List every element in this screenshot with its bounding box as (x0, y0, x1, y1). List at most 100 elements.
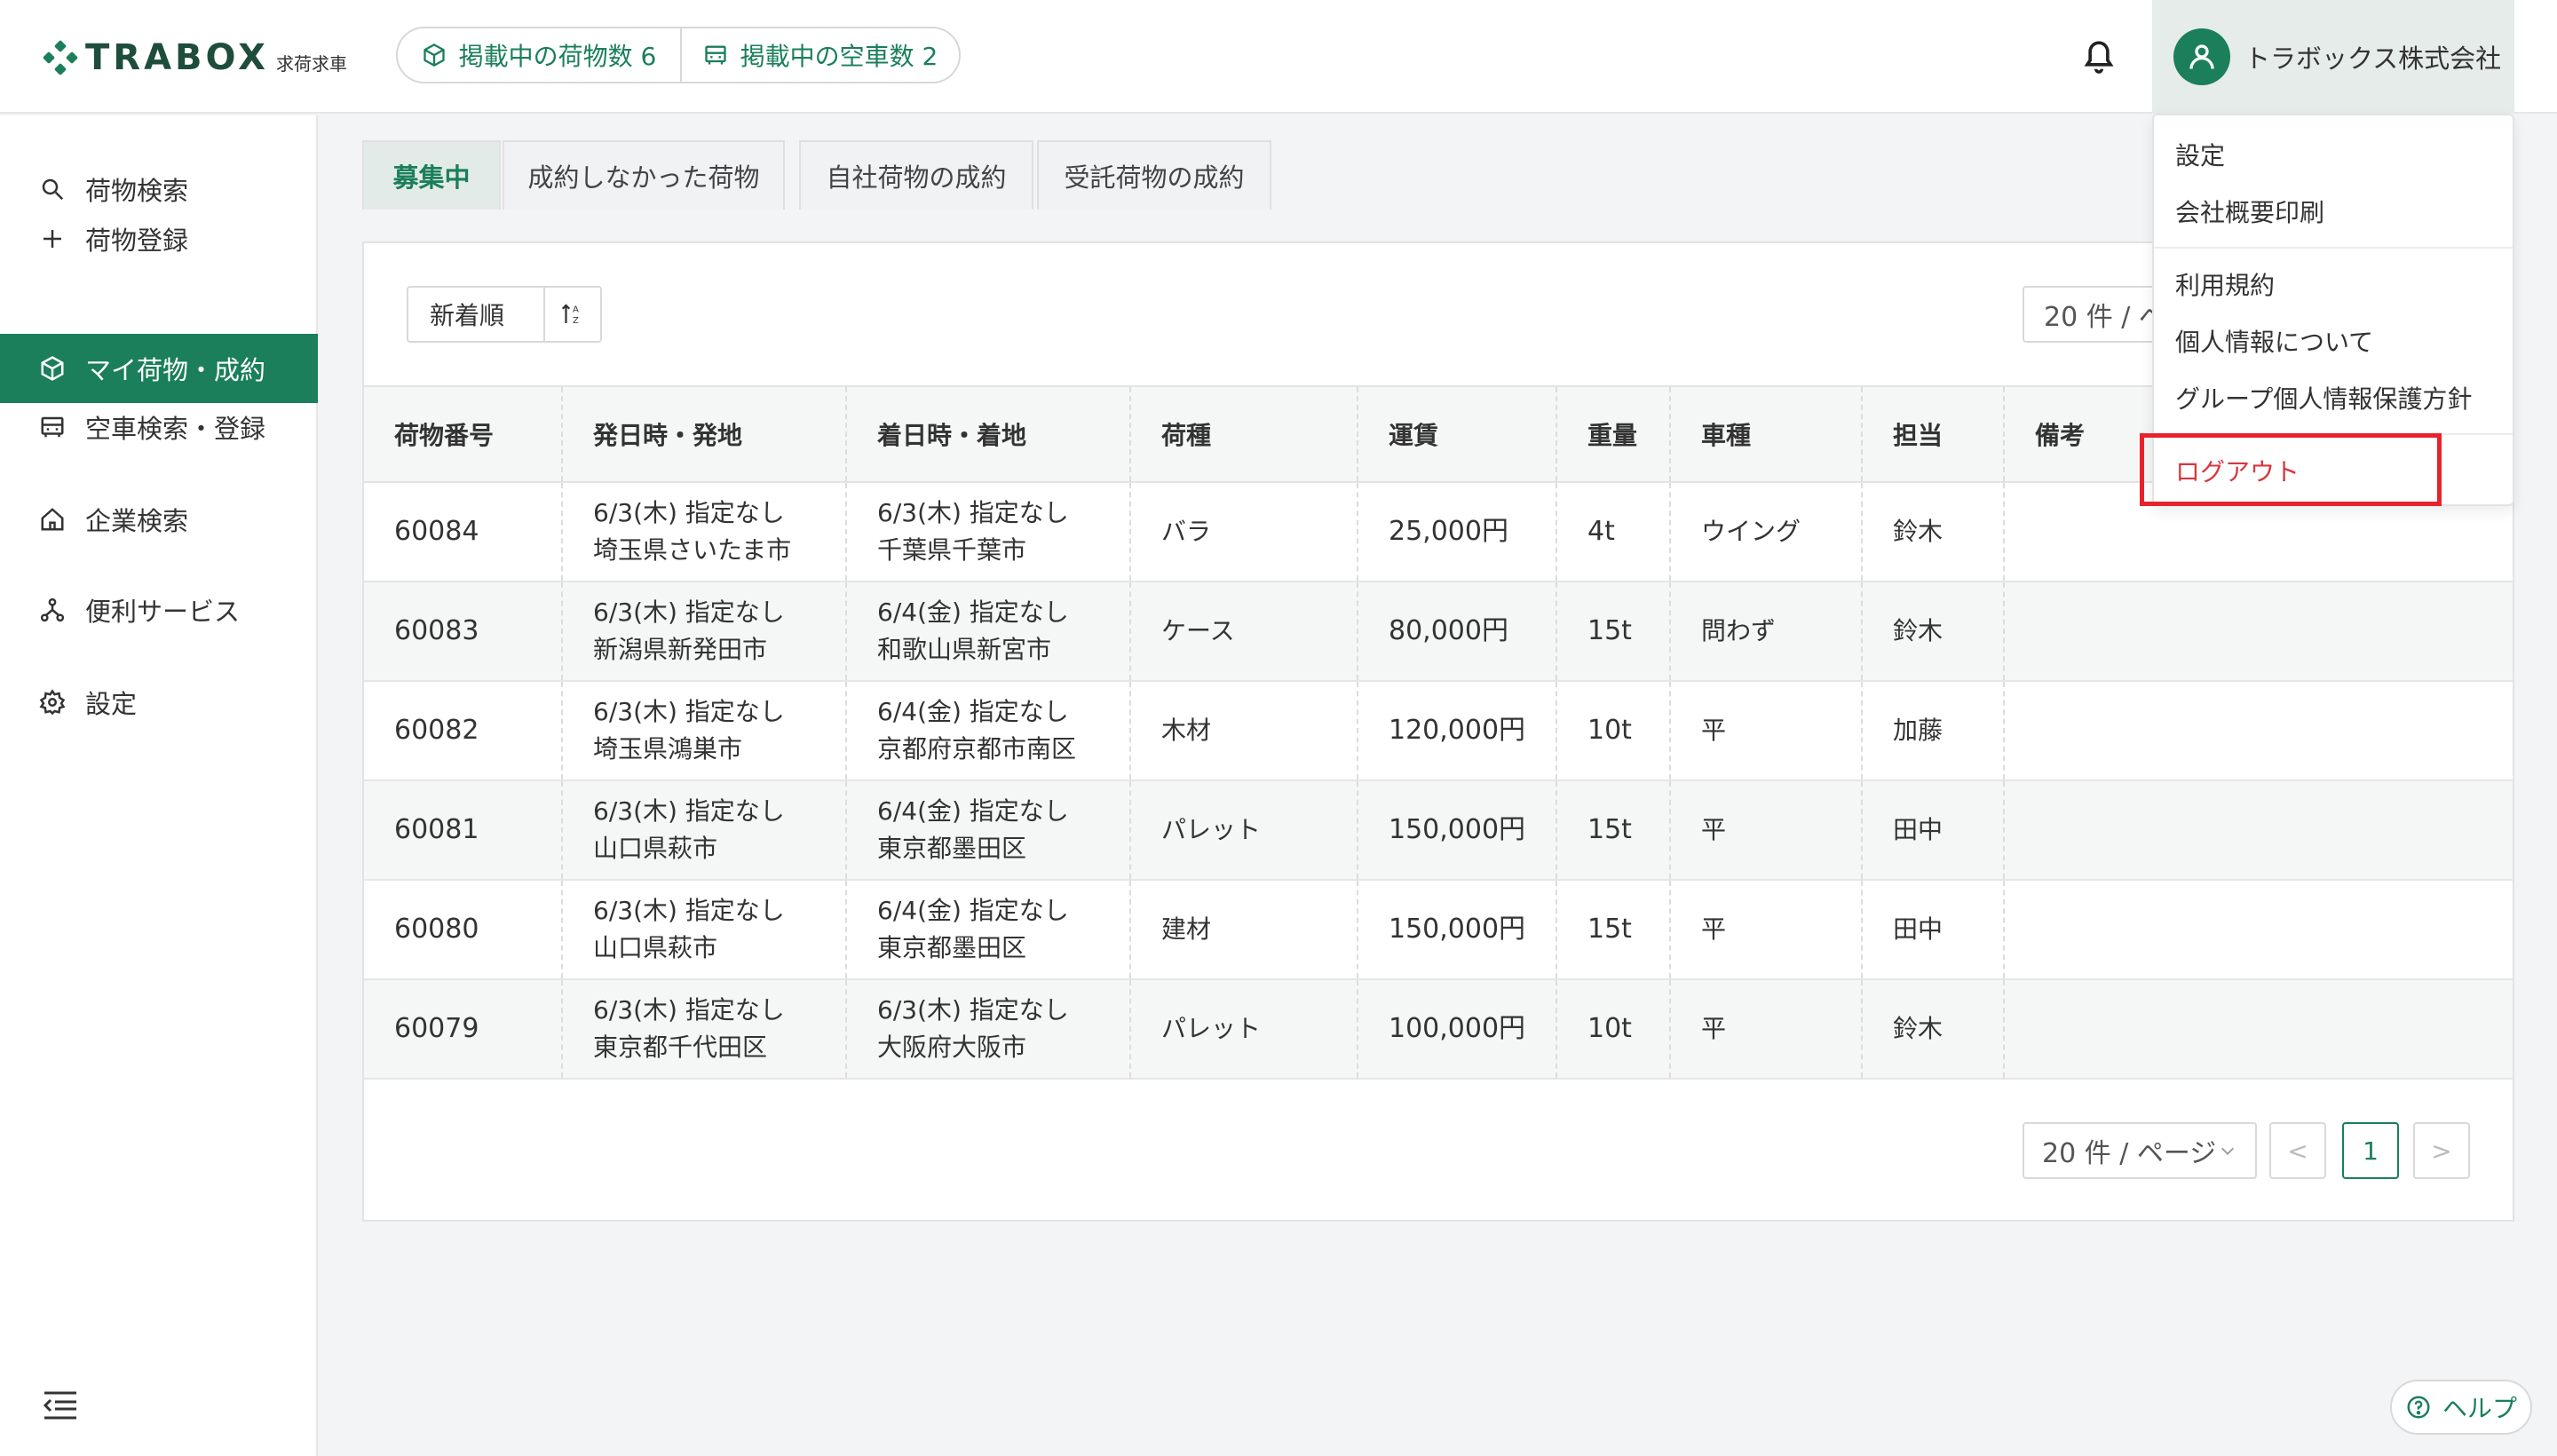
departure-place: 東京都千代田区 (593, 1033, 768, 1062)
arrival-place: 東京都墨田区 (877, 834, 1027, 863)
sort-order-button[interactable]: A Z (545, 288, 600, 341)
tab-own-contracted[interactable]: 自社荷物の成約 (799, 140, 1033, 210)
sidebar-item-label: 荷物登録 (85, 226, 189, 256)
collapse-sidebar-icon[interactable] (43, 1390, 78, 1420)
fare: 150,000円 (1358, 881, 1557, 978)
arrival-cell: 6/4(金) 指定なし 東京都墨田区 (847, 781, 1131, 879)
departure-cell: 6/3(木) 指定なし 埼玉県鴻巣市 (563, 682, 847, 779)
help-button[interactable]: ヘルプ (2390, 1380, 2532, 1435)
table-row[interactable]: 60081 6/3(木) 指定なし 山口県萩市 6/4(金) 指定なし 東京都墨田区… (364, 781, 2513, 881)
avatar (2173, 28, 2230, 85)
arrival-date: 6/4(金) 指定なし (877, 796, 1069, 826)
cargo-type: パレット (1131, 781, 1358, 879)
vehicle-type: 平 (1671, 980, 1863, 1078)
gear-icon (39, 689, 66, 716)
departure-date: 6/3(木) 指定なし (593, 597, 785, 627)
column-header: 重量 (1557, 387, 1671, 481)
table-row[interactable]: 60083 6/3(木) 指定なし 新潟県新発田市 6/4(金) 指定なし 和歌山県… (364, 582, 2513, 682)
arrival-date: 6/3(木) 指定なし (877, 498, 1069, 527)
logout-highlight-box (2140, 433, 2442, 506)
tab-not-contracted[interactable]: 成約しなかった荷物 (503, 140, 785, 210)
sort-label: 新着順 (408, 288, 545, 341)
departure-cell: 6/3(木) 指定なし 山口県萩市 (563, 781, 847, 879)
box-icon (41, 356, 64, 381)
table-row[interactable]: 60082 6/3(木) 指定なし 埼玉県鴻巣市 6/4(金) 指定なし 京都府京都… (364, 682, 2513, 781)
arrival-place: 京都府京都市南区 (877, 734, 1077, 764)
per-page-select-top[interactable]: 20 件 / ペ (2023, 286, 2165, 343)
sidebar-item-settings[interactable]: 設定 (0, 668, 318, 737)
prev-page-button[interactable]: < (2269, 1122, 2326, 1179)
cargo-type: 木材 (1131, 682, 1358, 779)
arrival-date: 6/4(金) 指定なし (877, 896, 1069, 925)
note (2005, 682, 2513, 779)
sidebar-item-label: 空車検索・登録 (85, 414, 266, 444)
box-icon (423, 43, 445, 67)
column-header: 荷物番号 (364, 387, 563, 481)
menu-item-group-privacy[interactable]: グループ個人情報保護方針 (2175, 380, 2472, 415)
departure-date: 6/3(木) 指定なし (593, 498, 785, 527)
bell-icon[interactable] (2081, 36, 2117, 76)
sort-select[interactable]: 新着順 A Z (407, 286, 602, 343)
weight: 15t (1557, 582, 1671, 680)
page-1-button[interactable]: 1 (2342, 1122, 2399, 1179)
listing-counts: 掲載中の荷物数 6 掲載中の空車数 2 (396, 27, 961, 83)
menu-item-company-print[interactable]: 会社概要印刷 (2175, 194, 2324, 229)
column-header: 運賃 (1358, 387, 1557, 481)
departure-date: 6/3(木) 指定なし (593, 995, 785, 1025)
top-header: TRABOX 求荷求車 掲載中の荷物数 6 掲載中の空車数 2 トラボックス株式… (0, 0, 2557, 114)
logo-subtitle: 求荷求車 (275, 52, 347, 75)
tab-consigned-contracted[interactable]: 受託荷物の成約 (1037, 140, 1271, 210)
vehicle-type: ウイング (1671, 483, 1863, 581)
cargo-number: 60080 (364, 881, 563, 978)
departure-date: 6/3(木) 指定なし (593, 697, 785, 726)
svg-text:Z: Z (573, 316, 579, 326)
sort-az-icon: A Z (561, 304, 579, 326)
note (2005, 881, 2513, 978)
sidebar-item-services[interactable]: 便利サービス (0, 575, 318, 645)
logo[interactable]: TRABOX 求荷求車 (42, 36, 347, 80)
departure-cell: 6/3(木) 指定なし 東京都千代田区 (563, 980, 847, 1078)
sidebar-item-cargo-register[interactable]: 荷物登録 (0, 204, 318, 273)
tab-recruiting[interactable]: 募集中 (362, 140, 501, 210)
cargo-count-link[interactable]: 掲載中の荷物数 6 (398, 28, 682, 82)
per-page-select[interactable]: 20 件 / ページ (2023, 1122, 2257, 1179)
cargo-number: 60083 (364, 582, 563, 680)
staff: 鈴木 (1863, 582, 2005, 680)
departure-place: 山口県萩市 (593, 834, 718, 863)
staff: 鈴木 (1863, 980, 2005, 1078)
next-page-button[interactable]: > (2413, 1122, 2470, 1179)
cargo-number: 60079 (364, 980, 563, 1078)
departure-cell: 6/3(木) 指定なし 山口県萩市 (563, 881, 847, 978)
user-menu-button[interactable]: トラボックス株式会社 (2152, 0, 2514, 114)
departure-cell: 6/3(木) 指定なし 埼玉県さいたま市 (563, 483, 847, 581)
fare: 80,000円 (1358, 582, 1557, 680)
help-label: ヘルプ (2442, 1394, 2517, 1423)
column-header: 担当 (1863, 387, 2005, 481)
sidebar-item-label: 設定 (85, 689, 138, 719)
fare: 150,000円 (1358, 781, 1557, 879)
column-header: 荷種 (1131, 387, 1358, 481)
menu-item-terms[interactable]: 利用規約 (2175, 266, 2275, 302)
search-icon (42, 178, 64, 201)
staff: 田中 (1863, 881, 2005, 978)
table-row[interactable]: 60080 6/3(木) 指定なし 山口県萩市 6/4(金) 指定なし 東京都墨田区… (364, 881, 2513, 980)
weight: 15t (1557, 781, 1671, 879)
fare: 120,000円 (1358, 682, 1557, 779)
vehicle-type: 平 (1671, 781, 1863, 879)
cargo-type: ケース (1131, 582, 1358, 680)
menu-item-settings[interactable]: 設定 (2175, 137, 2225, 172)
cargo-number: 60081 (364, 781, 563, 879)
sidebar-item-vehicle-search[interactable]: 空車検索・登録 (0, 392, 318, 462)
staff: 加藤 (1863, 682, 2005, 779)
chevron-down-icon (2221, 1147, 2235, 1155)
arrival-date: 6/3(木) 指定なし (877, 995, 1069, 1025)
arrival-cell: 6/3(木) 指定なし 大阪府大阪市 (847, 980, 1131, 1078)
column-header: 発日時・発地 (563, 387, 847, 481)
arrival-place: 和歌山県新宮市 (877, 635, 1052, 664)
departure-place: 埼玉県さいたま市 (593, 535, 792, 565)
vehicle-count-link[interactable]: 掲載中の空車数 2 (682, 28, 959, 82)
sidebar-item-company-search[interactable]: 企業検索 (0, 485, 318, 554)
table-row[interactable]: 60079 6/3(木) 指定なし 東京都千代田区 6/3(木) 指定なし 大阪府大… (364, 980, 2513, 1080)
menu-item-privacy[interactable]: 個人情報について (2175, 323, 2373, 359)
arrival-cell: 6/3(木) 指定なし 千葉県千葉市 (847, 483, 1131, 581)
